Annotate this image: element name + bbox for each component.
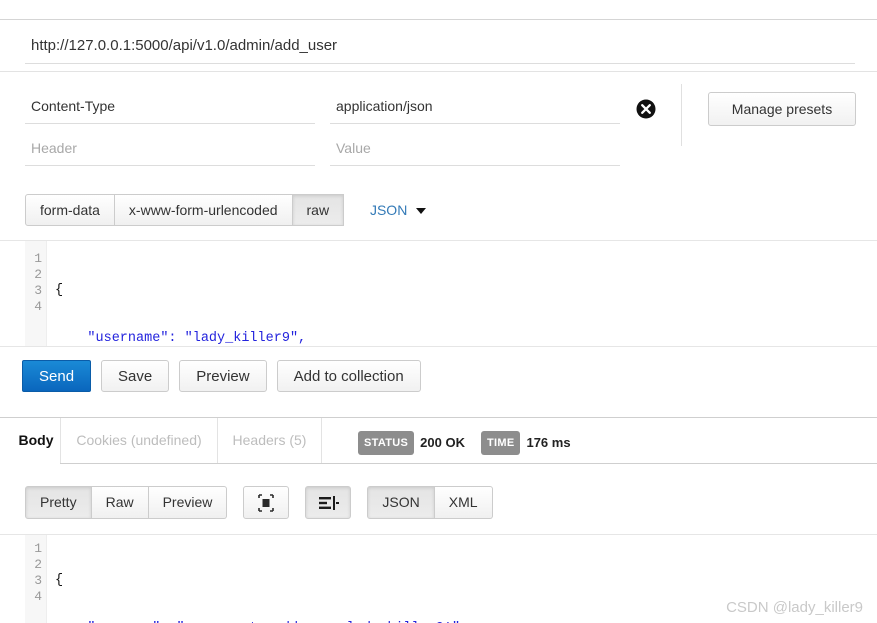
- url-bar-divider: [0, 71, 877, 72]
- line-number: 1: [34, 251, 42, 266]
- response-meta: STATUS 200 OK TIME 176 ms: [358, 431, 571, 455]
- fullscreen-button-group: [243, 486, 290, 519]
- raw-format-dropdown[interactable]: JSON: [369, 194, 427, 226]
- chevron-down-icon: [416, 208, 427, 215]
- raw-format-label: JSON: [369, 202, 408, 218]
- response-view-mode-group: Pretty Raw Preview: [25, 486, 228, 519]
- request-body-editor[interactable]: 1 2 3 4 { "username": "lady_killer9", "p…: [0, 240, 877, 347]
- send-button[interactable]: Send: [22, 360, 92, 392]
- save-button[interactable]: Save: [101, 360, 170, 392]
- tab-body[interactable]: Body: [12, 418, 60, 463]
- view-mode-preview[interactable]: Preview: [148, 486, 228, 519]
- add-to-collection-button[interactable]: Add to collection: [276, 360, 421, 392]
- presets-divider: [681, 84, 682, 146]
- body-type-form-data[interactable]: form-data: [25, 194, 115, 226]
- header-value-input-1[interactable]: [330, 90, 620, 124]
- line-number: 1: [34, 541, 42, 556]
- tab-cookies[interactable]: Cookies (undefined): [60, 418, 217, 463]
- wrap-lines-button-group: [305, 486, 352, 519]
- code-line: "username": "lady_killer9",: [55, 331, 307, 346]
- body-type-selector: form-data x-www-form-urlencoded raw JSON: [25, 194, 427, 226]
- response-toolbar: Pretty Raw Preview JSON XML: [25, 486, 509, 519]
- body-type-urlencoded[interactable]: x-www-form-urlencoded: [114, 194, 293, 226]
- view-mode-raw[interactable]: Raw: [91, 486, 149, 519]
- response-tabs-underline: [60, 463, 877, 464]
- preview-button[interactable]: Preview: [179, 360, 267, 392]
- time-value: 176 ms: [526, 435, 571, 450]
- line-number: 4: [34, 299, 42, 314]
- line-number: 3: [34, 283, 42, 298]
- status-value: 200 OK: [420, 435, 465, 450]
- line-number: 2: [34, 267, 42, 282]
- format-xml[interactable]: XML: [434, 486, 493, 519]
- header-key-input-1[interactable]: [25, 90, 315, 124]
- tab-headers[interactable]: Headers (5): [217, 418, 321, 463]
- request-editor-code[interactable]: { "username": "lady_killer9", "phone_num…: [55, 251, 322, 346]
- line-number: 3: [34, 573, 42, 588]
- top-divider: [0, 19, 877, 20]
- code-line: {: [55, 283, 64, 298]
- format-json[interactable]: JSON: [367, 486, 435, 519]
- close-circle-icon[interactable]: [636, 99, 656, 119]
- wrap-lines-icon[interactable]: [305, 486, 352, 519]
- body-type-raw[interactable]: raw: [292, 194, 345, 226]
- manage-presets-button[interactable]: Manage presets: [708, 92, 856, 126]
- watermark: CSDN @lady_killer9: [726, 599, 863, 616]
- request-editor-gutter: 1 2 3 4: [25, 241, 47, 346]
- response-format-group: JSON XML: [367, 486, 493, 519]
- code-line: {: [55, 573, 64, 588]
- fullscreen-icon[interactable]: [243, 486, 290, 519]
- url-bar: [0, 28, 877, 71]
- tabs-divider: [321, 418, 322, 463]
- status-badge-label: STATUS: [358, 431, 415, 455]
- header-key-input-2[interactable]: [25, 132, 315, 166]
- request-actions: Send Save Preview Add to collection: [22, 360, 431, 392]
- line-number: 4: [34, 589, 42, 604]
- response-editor-code[interactable]: { "message": "success to add user:lady_k…: [55, 541, 501, 623]
- request-url-input[interactable]: [25, 30, 855, 64]
- line-number: 2: [34, 557, 42, 572]
- header-value-input-2[interactable]: [330, 132, 620, 166]
- response-editor-gutter: 1 2 3 4: [25, 535, 47, 623]
- time-badge-label: TIME: [480, 431, 521, 455]
- view-mode-pretty[interactable]: Pretty: [25, 486, 92, 519]
